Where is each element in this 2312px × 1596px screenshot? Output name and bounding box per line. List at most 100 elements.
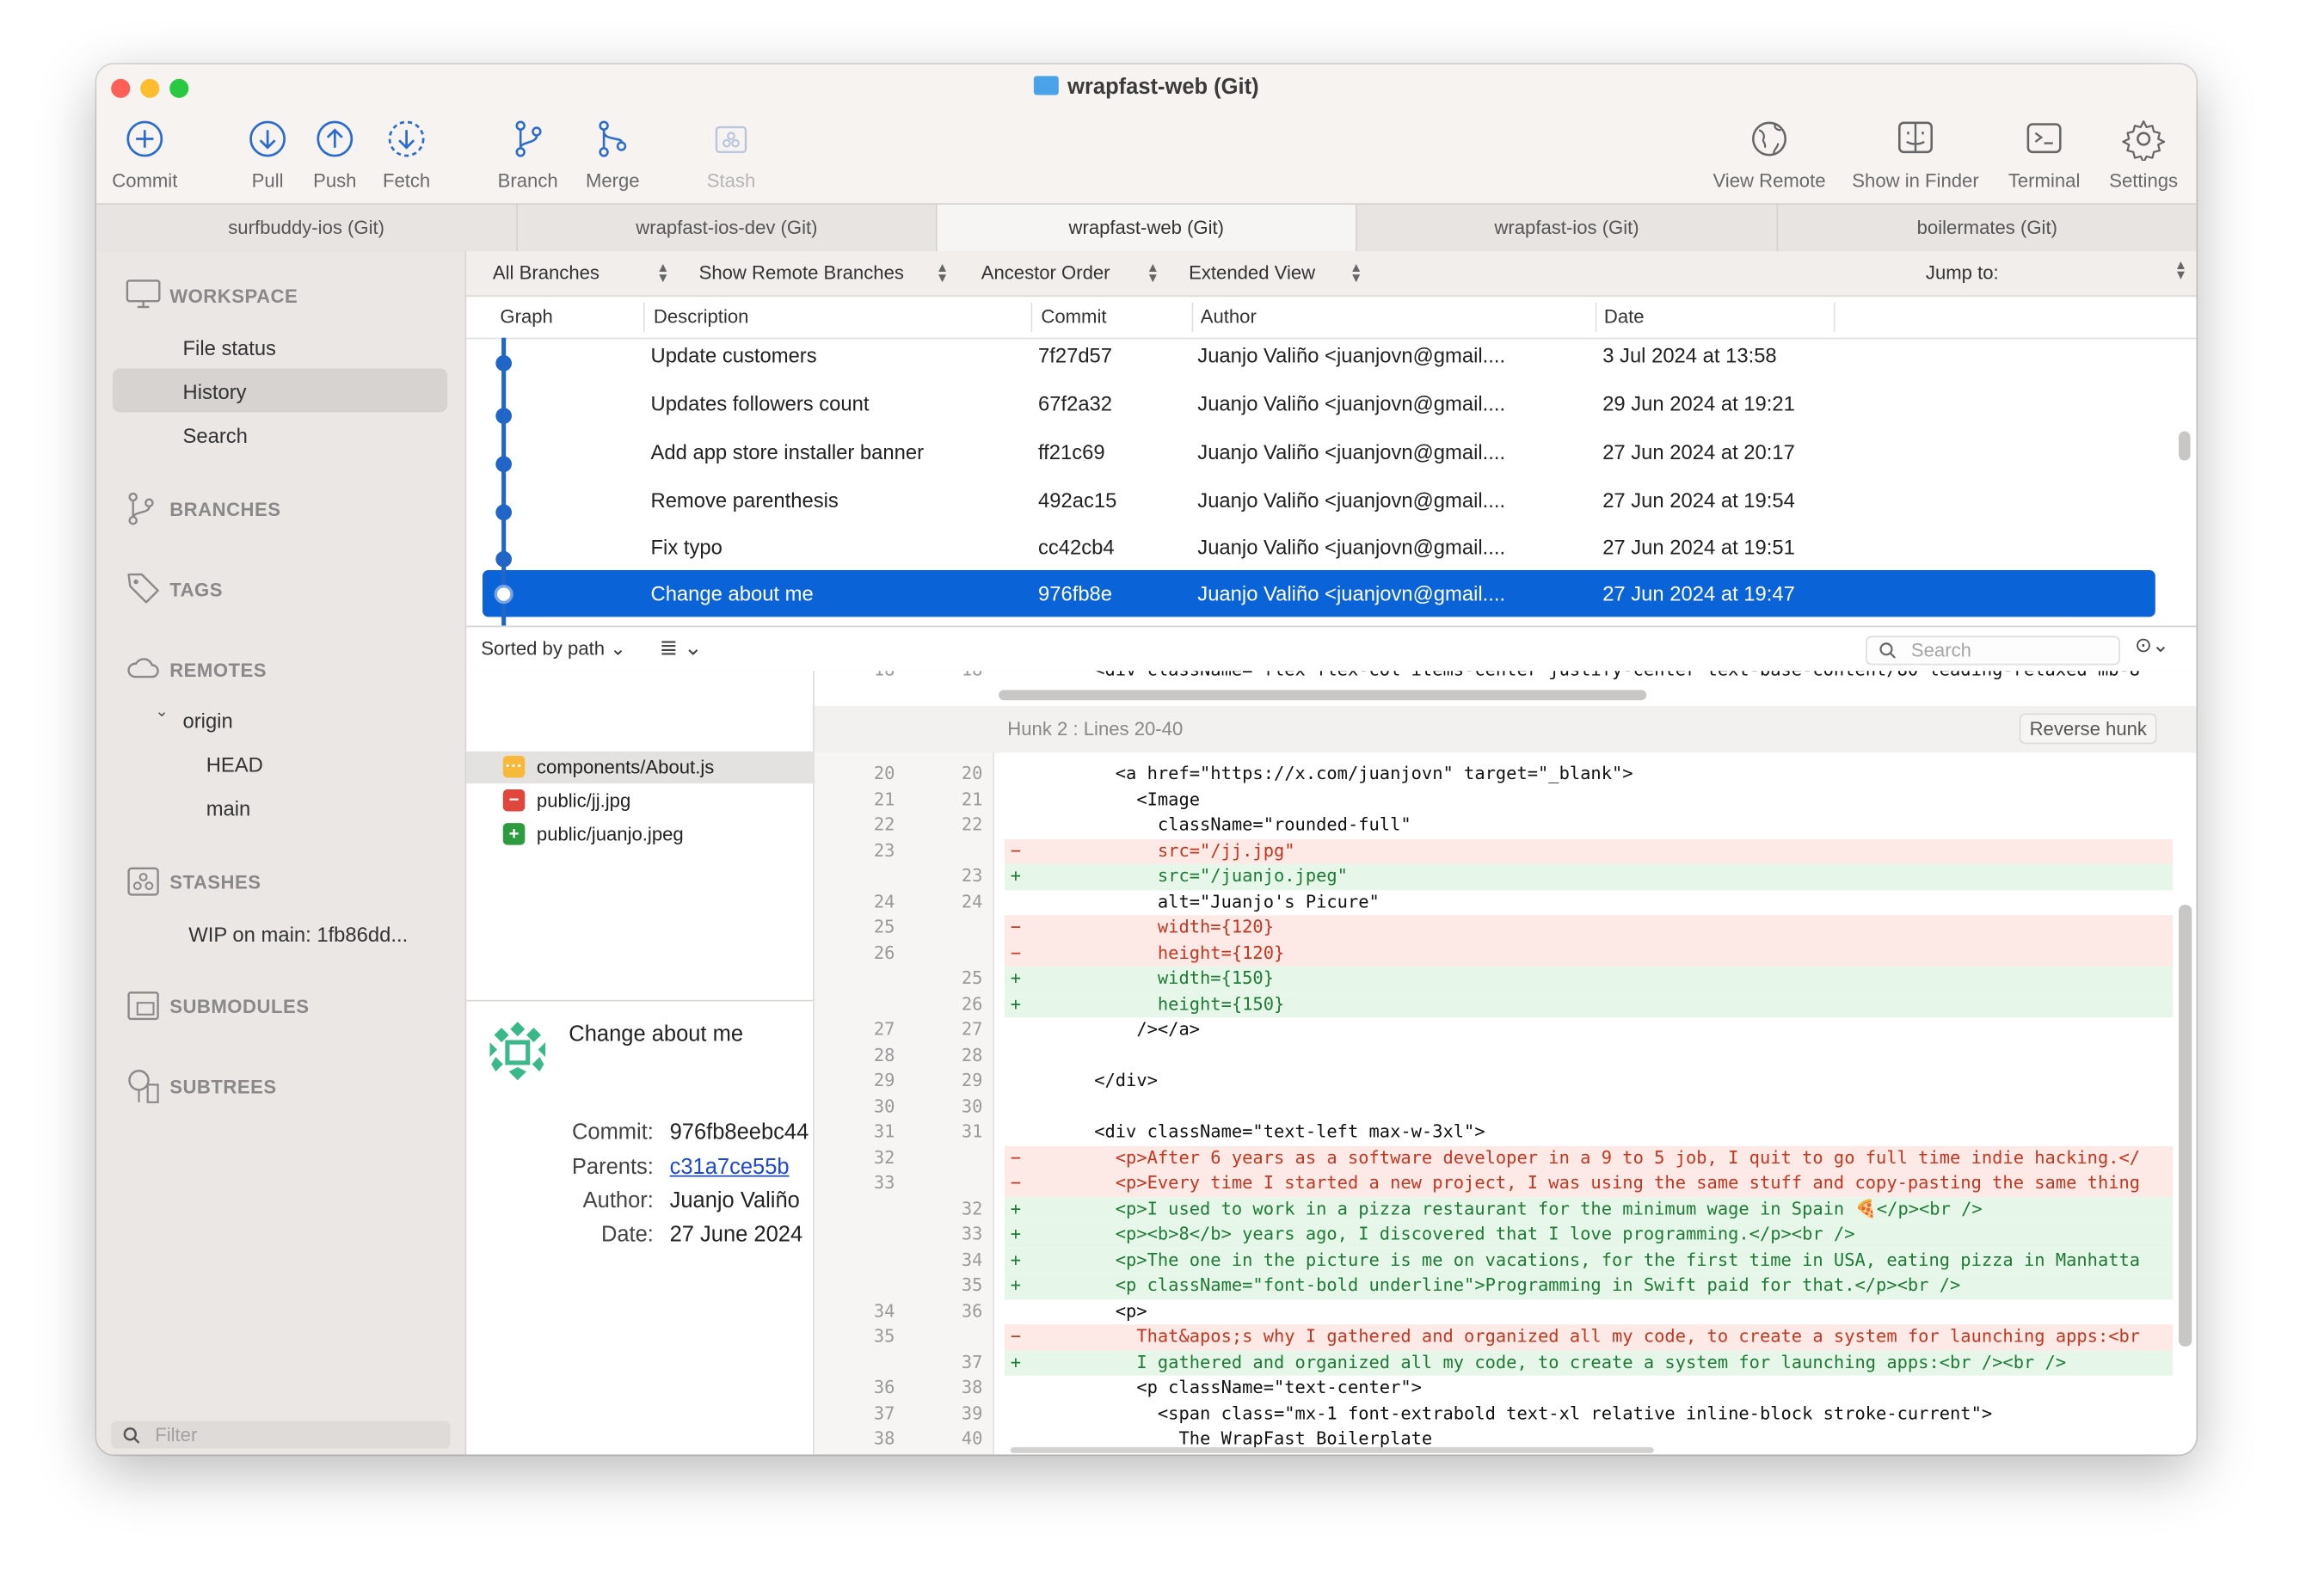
sidebar-item-search[interactable]: Search [183, 424, 248, 447]
sidebar-item-file-status[interactable]: File status [183, 336, 276, 359]
graph-commit-dot [495, 456, 512, 473]
sidebar-filter-input[interactable]: Filter [111, 1421, 451, 1449]
diff-line: 31 31 <div className="text-left max-w-3xl… [873, 1120, 1485, 1142]
commit-row[interactable]: Update customers 7f27d57 Juanjo Valiño <… [483, 338, 2155, 384]
file-item[interactable]: − public/jj.jpg [466, 785, 813, 817]
section-submodules[interactable]: SUBMODULES [169, 996, 309, 1018]
push-button[interactable]: Push [310, 117, 360, 192]
settings-button[interactable]: Settings [2103, 117, 2185, 192]
list-options-icon[interactable]: ≣ ⌄ [660, 635, 703, 661]
diff-line-added: 35 + <p className="font-bold underline">P… [815, 1273, 2174, 1299]
stash-button[interactable]: Stash [699, 117, 764, 192]
view-remote-button[interactable]: View Remote [1708, 117, 1831, 192]
commit-hash: 976fb8eebc44 [669, 1120, 809, 1145]
commit-row-selected[interactable]: Change about me 976fb8e Juanjo Valiño <j… [483, 570, 2155, 617]
search-icon [123, 1427, 140, 1444]
commit-button[interactable]: Commit [108, 117, 181, 192]
view-mode-select[interactable]: Extended View [1189, 261, 1315, 284]
updown-icon: ▲ ▼ [2174, 257, 2188, 283]
section-tags[interactable]: TAGS [169, 579, 223, 601]
diff-line-removed: 33− <p>Every time I started a new projec… [815, 1170, 2174, 1197]
history-column-header: Graph Description Commit Author Date [466, 297, 2197, 340]
reverse-hunk-button[interactable]: Reverse hunk [2019, 713, 2157, 745]
sidebar: WORKSPACE File status History Search BRA… [96, 251, 467, 1455]
diff-line-removed: 35− That&apos;s why I gathered and organ… [815, 1324, 2174, 1350]
stash-icon [127, 867, 159, 896]
column-commit[interactable]: Commit [1041, 305, 1106, 328]
remote-branches-select[interactable]: Show Remote Branches [699, 261, 904, 284]
section-branches[interactable]: BRANCHES [169, 499, 280, 521]
jump-to-select[interactable]: Jump to: [1926, 261, 1999, 284]
parent-commit-link[interactable]: c31a7ce55b [670, 1155, 790, 1180]
stash-item[interactable]: WIP on main: 1fb86dd... [188, 923, 408, 946]
history-scrollbar[interactable] [2179, 431, 2191, 461]
submodules-icon [127, 991, 159, 1021]
branches-icon [128, 492, 154, 525]
pull-button[interactable]: Pull [243, 117, 292, 192]
commit-author: Juanjo Valiño [669, 1188, 800, 1213]
updown-icon: ▲ ▼ [1350, 260, 1363, 285]
diff-line: 24 24 alt="Juanjo's Picure" [873, 891, 1380, 912]
tab-surfbuddy-ios[interactable]: surfbuddy-ios (Git) [96, 205, 518, 252]
subtrees-icon [128, 1070, 159, 1103]
sidebar-item-history[interactable]: History [183, 380, 247, 403]
chevron-down-icon[interactable]: ⌄ [155, 702, 169, 721]
commit-row[interactable]: Add app store installer banner ff21c69 J… [483, 428, 2155, 475]
show-in-finder-button[interactable]: Show in Finder [1847, 117, 1984, 192]
app-window: wrapfast-web (Git) Commit Pull Push Fetc… [96, 64, 2197, 1455]
remote-branch-main[interactable]: main [206, 797, 251, 820]
changes-toolbar: Sorted by path ⌄ ≣ ⌄ Search ⊙⌄ [466, 625, 2197, 672]
column-date[interactable]: Date [1604, 305, 1645, 328]
repo-tabs: surfbuddy-ios (Git) wrapfast-ios-dev (Gi… [96, 203, 2197, 254]
file-item[interactable]: + public/juanjo.jpeg [466, 819, 813, 850]
tab-boilermates[interactable]: boilermates (Git) [1778, 205, 2196, 251]
section-subtrees[interactable]: SUBTREES [169, 1076, 276, 1098]
added-file-icon: + [502, 823, 526, 845]
diff-line: 34 36 <p> [873, 1300, 1147, 1321]
more-options-icon[interactable]: ⊙⌄ [2135, 633, 2169, 658]
removed-file-icon: − [502, 789, 526, 812]
diff-line: 22 22 className="rounded-full" [873, 813, 1411, 835]
branches-filter-select[interactable]: All Branches [493, 261, 600, 284]
column-description[interactable]: Description [654, 305, 749, 328]
diff-h-scrollbar[interactable] [999, 690, 1647, 701]
column-author[interactable]: Author [1201, 305, 1257, 328]
graph-commit-dot [495, 504, 512, 521]
diff-line-added: 25 + width={150} [815, 966, 2174, 992]
remote-origin[interactable]: origin [183, 709, 233, 733]
fetch-button[interactable]: Fetch [378, 117, 436, 192]
diff-line-removed: 23− src="/jj.jpg" [815, 838, 2174, 864]
section-workspace[interactable]: WORKSPACE [169, 285, 298, 308]
branch-button[interactable]: Branch [495, 117, 562, 192]
terminal-button[interactable]: Terminal [2003, 117, 2085, 192]
column-graph[interactable]: Graph [500, 305, 552, 328]
tab-wrapfast-ios-dev[interactable]: wrapfast-ios-dev (Git) [518, 205, 938, 252]
sort-select[interactable]: Sorted by path ⌄ [481, 637, 625, 660]
merge-button[interactable]: Merge [579, 117, 646, 192]
push-icon [317, 120, 354, 157]
tab-wrapfast-ios[interactable]: wrapfast-ios (Git) [1357, 205, 1779, 252]
gear-icon [2122, 120, 2166, 161]
remote-branch-head[interactable]: HEAD [206, 753, 263, 777]
file-search-input[interactable]: Search [1866, 635, 2120, 666]
hunk-header: Hunk 2 : Lines 20-40 Reverse hunk [814, 706, 2197, 753]
branch-icon [515, 120, 542, 157]
tab-wrapfast-web[interactable]: wrapfast-web (Git) [937, 205, 1357, 252]
diff-line: 37 39 <span class="mx-1 font-extrabold te… [873, 1403, 1993, 1423]
globe-icon [1752, 121, 1786, 157]
diff-line-added: 34 + <p>The one in the picture is me on v… [815, 1247, 2174, 1274]
order-select[interactable]: Ancestor Order [981, 261, 1110, 284]
commit-row[interactable]: Fix typo cc42cb4 Juanjo Valiño <juanjovn… [483, 524, 2155, 570]
section-stashes[interactable]: STASHES [169, 871, 261, 893]
workspace-icon [126, 279, 161, 309]
file-list-panel: ··· components/About.js − public/jj.jpg … [466, 671, 815, 1455]
diff-v-scrollbar[interactable] [2179, 905, 2192, 1347]
graph-commit-dot [495, 550, 512, 568]
diff-line-added: 23 + src="/juanjo.jpeg" [815, 863, 2174, 890]
file-item[interactable]: ··· components/About.js [466, 751, 814, 784]
commit-row[interactable]: Remove parenthesis 492ac15 Juanjo Valiño… [483, 476, 2155, 523]
diff-line-added: 26 + height={150} [815, 991, 2174, 1018]
section-remotes[interactable]: REMOTES [169, 660, 267, 682]
commit-message: Change about me [569, 1022, 744, 1047]
commit-row[interactable]: Updates followers count 67f2a32 Juanjo V… [483, 380, 2155, 427]
